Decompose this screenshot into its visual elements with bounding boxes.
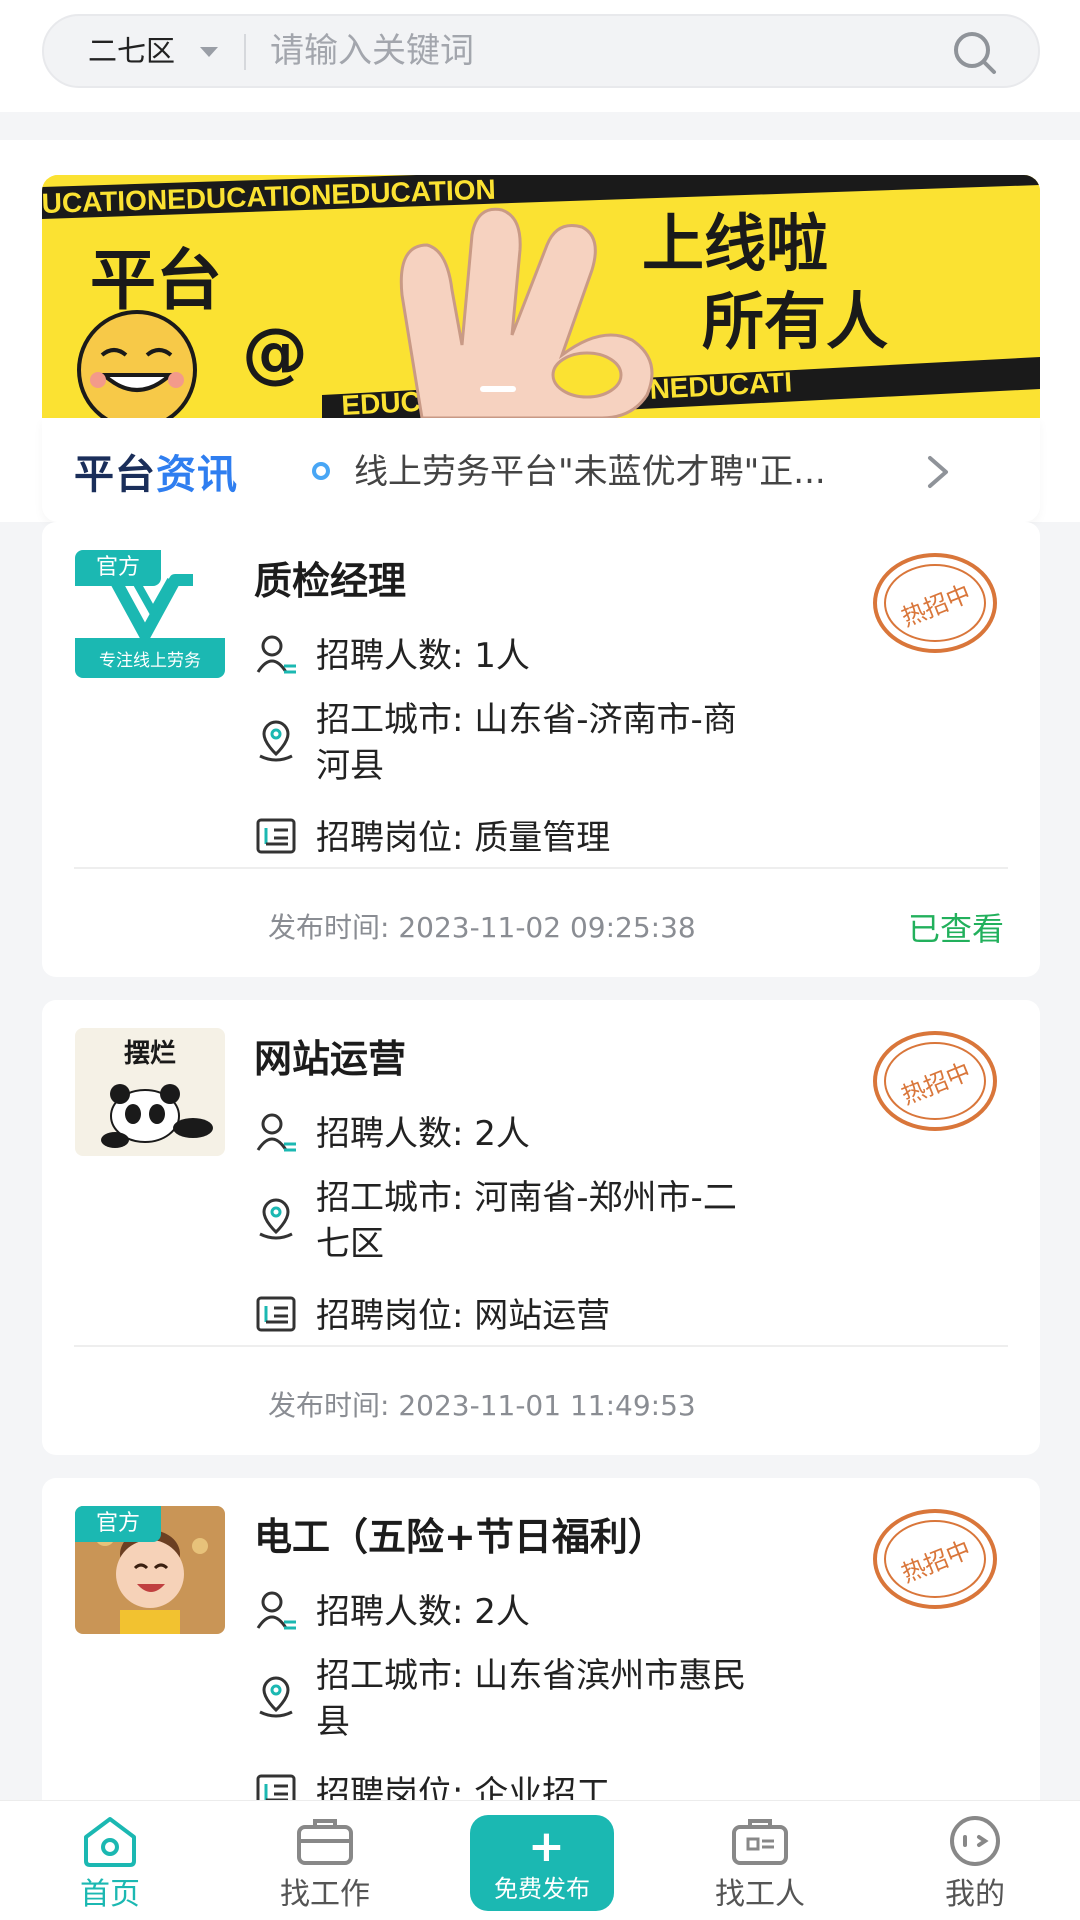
id-card-icon [256,818,296,854]
banner-page-indicator [480,386,516,392]
tab-home[interactable]: 首页 [30,1801,190,1920]
person-icon [256,1591,296,1630]
svg-text:热招中: 热招中 [898,1057,975,1110]
card-divider [74,1345,1008,1347]
person-icon [256,1113,296,1152]
tab-find-worker[interactable]: 找工人 [680,1801,840,1920]
svg-text:专注线上劳务: 专注线上劳务 [99,651,201,671]
hot-hiring-stamp-icon: 热招中 [873,1031,997,1131]
home-icon [84,1817,136,1867]
headcount-value: 2人 [474,1114,530,1154]
news-bullet-icon [312,462,330,480]
banner-artwork: UCATIONEDUCATIONEDUCATION EDUCATIONEDUCA… [42,175,1040,418]
search-divider [244,34,246,70]
profile-face-icon [950,1816,1000,1866]
briefcase-icon [297,1819,353,1865]
region-selector[interactable]: 二七区 [88,16,175,86]
caret-down-icon[interactable] [200,47,218,57]
city-value: 山东省-济南市-商 [474,700,737,740]
position-value: 质量管理 [474,818,611,858]
tab-mine-label: 我的 [945,1877,1005,1912]
svg-text:热招中: 热招中 [898,579,975,632]
city-value: 山东省滨州市惠民 [474,1656,747,1696]
official-badge: 官方 [75,1506,161,1542]
banner-text-at: @ [242,314,308,391]
toolbox-icon [732,1819,788,1865]
job-title[interactable]: 电工（五险+节日福利） [254,1506,666,1561]
hot-hiring-stamp-icon: 热招中 [873,1509,997,1609]
location-pin-icon [259,720,293,762]
news-headline[interactable]: 线上劳务平台"未蓝优才聘"正... [354,444,924,493]
promo-banner[interactable]: UCATIONEDUCATIONEDUCATION EDUCATIONEDUCA… [42,175,1040,418]
location-pin-icon [259,1676,293,1718]
job-title[interactable]: 质检经理 [254,550,406,605]
publish-time: 发布时间: 2023-11-02 09:25:38 [268,911,696,944]
banner-text-right-1: 上线啦 [642,207,828,280]
tab-find-job[interactable]: 找工作 [245,1801,405,1920]
location-pin-icon [259,1198,293,1240]
headcount-value: 2人 [474,1592,530,1632]
search-icon[interactable] [950,28,1000,78]
company-logo: 专注线上劳务 官方 [75,550,225,678]
plus-icon: + [528,1821,565,1872]
tab-find-job-label: 找工作 [280,1877,370,1912]
person-icon [256,635,296,674]
viewed-label: 已查看 [907,910,1004,948]
position-value: 网站运营 [474,1296,611,1336]
news-logo: 平台资讯 [74,452,238,498]
smiley-icon [77,310,197,418]
svg-text:热招中: 热招中 [898,1535,975,1588]
company-logo: 官方 [75,1506,225,1634]
publish-time: 发布时间: 2023-11-01 11:49:53 [268,1389,696,1422]
chevron-right-icon[interactable] [926,454,950,490]
card-divider [74,867,1008,869]
company-logo: 摆烂 [75,1028,225,1156]
job-card[interactable]: 专注线上劳务 官方 质检经理 热招中 招聘人数: 1人 招工城市: 山东省-济南… [42,522,1040,977]
hot-hiring-stamp-icon: 热招中 [873,553,997,653]
search-bar[interactable]: 二七区 请输入关键词 [42,14,1040,88]
tab-find-worker-label: 找工人 [715,1877,805,1912]
job-card[interactable]: 官方 电工（五险+节日福利） 热招中 招聘人数: 2人 招工城市: 山东省滨州市… [42,1478,1040,1808]
svg-text:摆烂: 摆烂 [124,1039,176,1069]
headcount-value: 1人 [474,636,530,676]
publish-label: 免费发布 [494,1875,590,1903]
official-badge: 官方 [75,550,161,586]
publish-button[interactable]: + 免费发布 [470,1815,614,1911]
tab-mine[interactable]: 我的 [895,1801,1055,1920]
search-input[interactable]: 请输入关键词 [270,16,870,86]
tab-home-label: 首页 [80,1877,140,1912]
search-header: 二七区 请输入关键词 [0,0,1080,112]
banner-text-right-2: 所有人 [702,285,888,358]
job-card[interactable]: 摆烂 网站运营 热招中 招聘人数: 2人 招工城市: 河南省-郑州市-二 七区 … [42,1000,1040,1455]
news-ticker[interactable]: 平台资讯 线上劳务平台"未蓝优才聘"正... [42,418,1040,522]
id-card-icon [256,1296,296,1332]
city-value: 河南省-郑州市-二 [474,1178,737,1218]
job-title[interactable]: 网站运营 [254,1028,406,1083]
bottom-tab-bar: 首页 找工作 + 免费发布 找工人 我的 [0,1800,1080,1920]
banner-text-left: 平台 [90,242,222,319]
